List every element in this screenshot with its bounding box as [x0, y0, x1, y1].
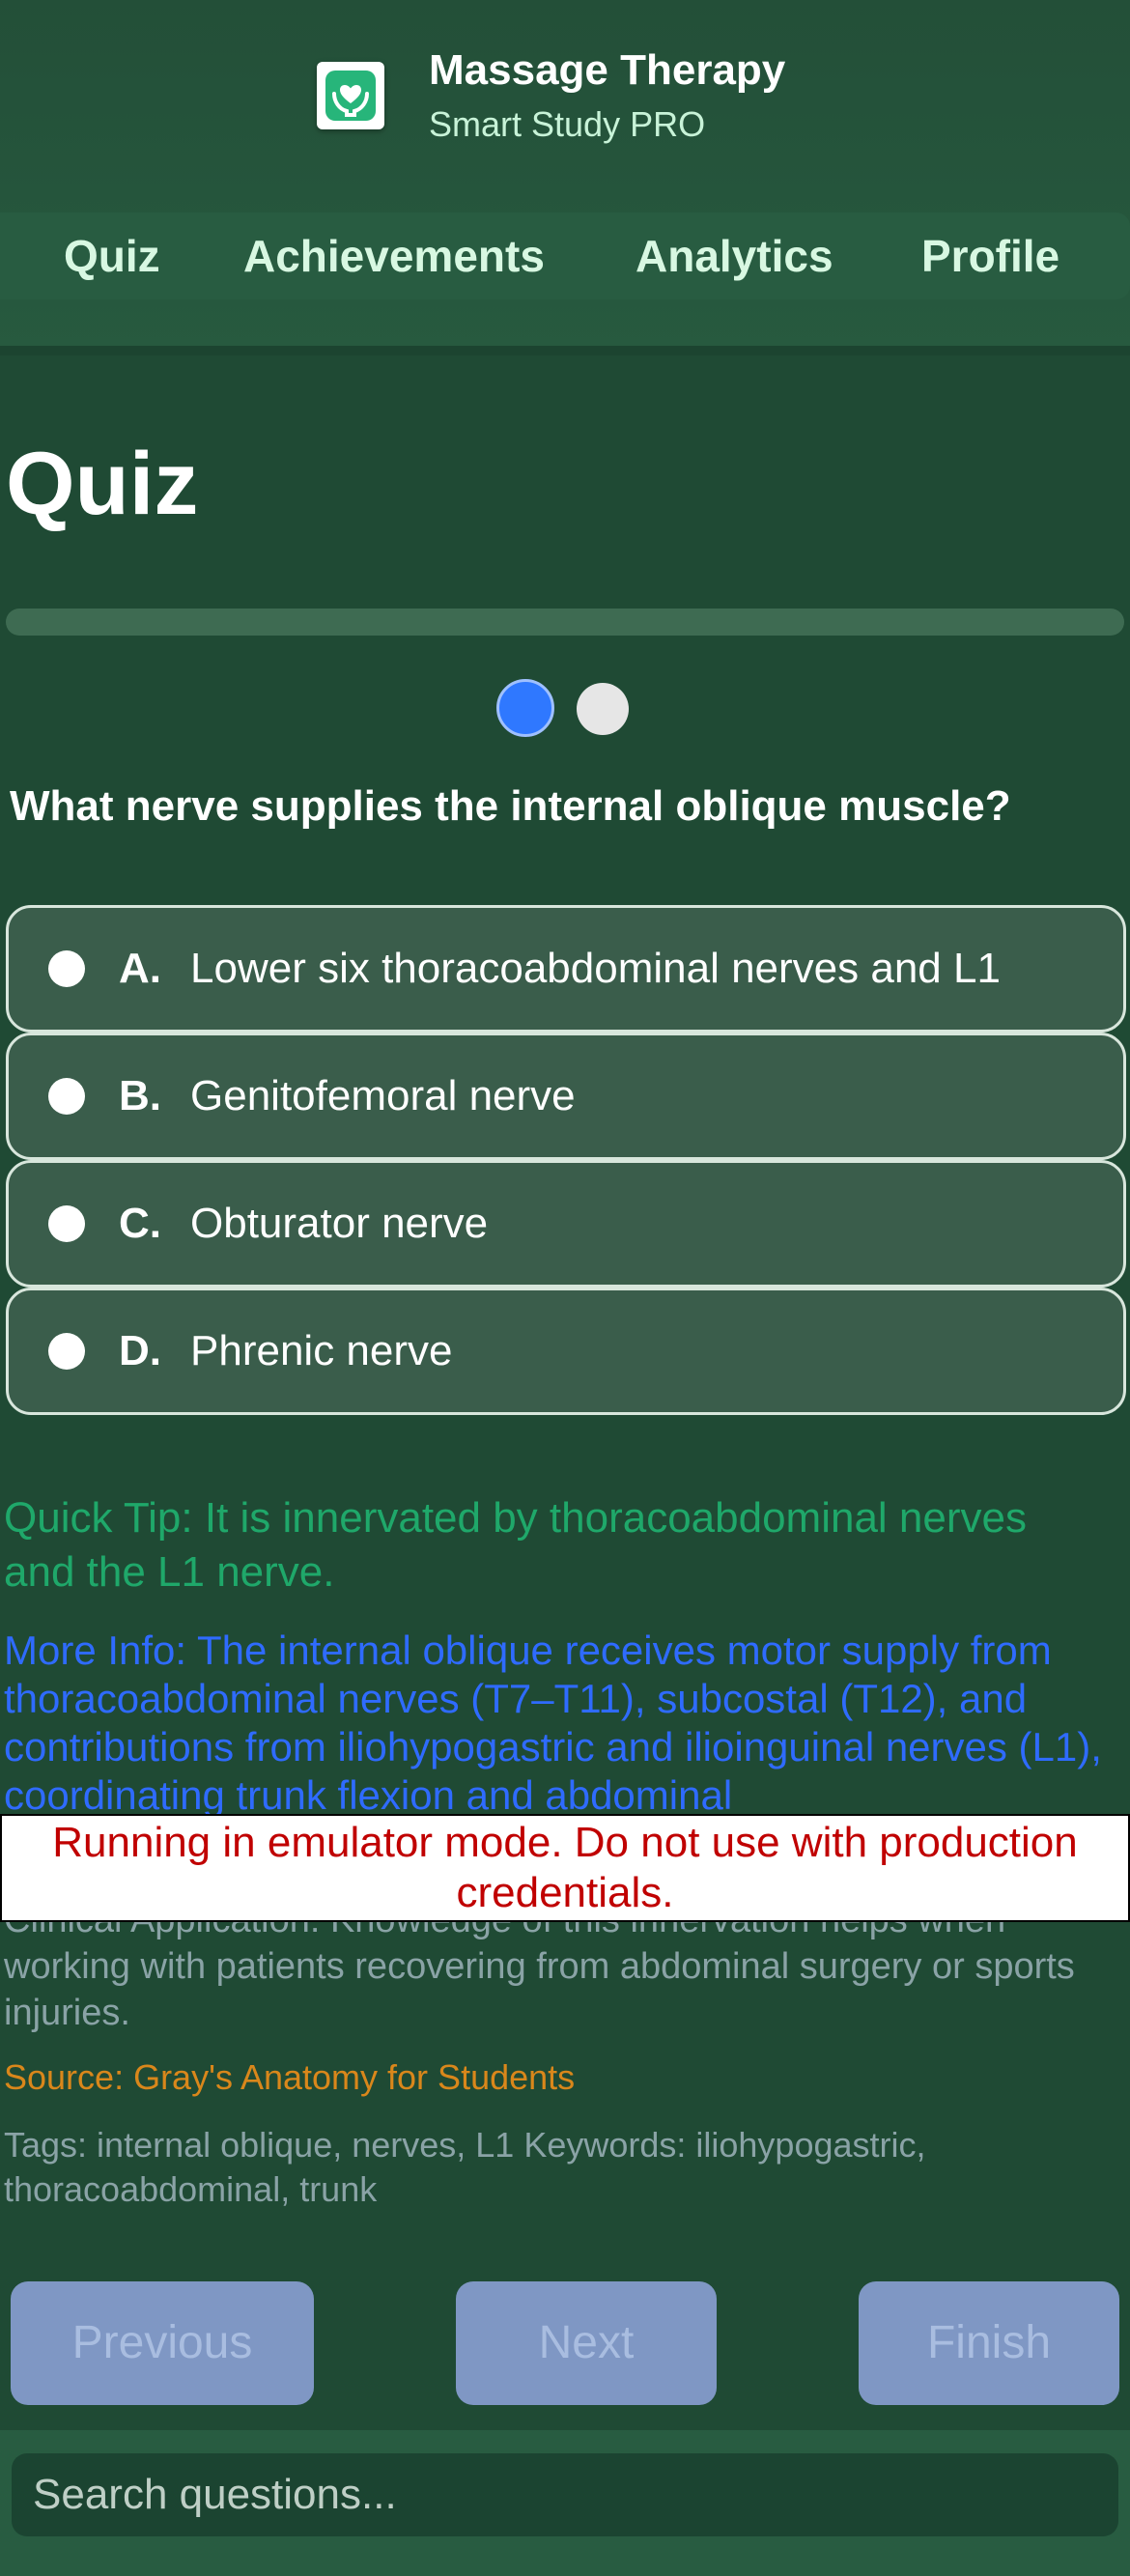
tab-profile[interactable]: Profile: [921, 212, 1059, 299]
quiz-progress-bar: [6, 609, 1124, 636]
option-text: Obturator nerve: [190, 1200, 489, 1247]
radio-button[interactable]: [48, 950, 85, 987]
tab-analytics[interactable]: Analytics: [636, 212, 833, 299]
step-dot-next[interactable]: [577, 683, 629, 735]
step-dot-current[interactable]: [496, 679, 554, 737]
answer-option-b[interactable]: B. Genitofemoral nerve: [6, 1033, 1126, 1160]
app-subtitle: Smart Study PRO: [429, 104, 706, 144]
app-header: Massage Therapy Smart Study PRO Quiz Ach…: [0, 0, 1130, 355]
source-citation: Source: Gray's Anatomy for Students: [4, 2057, 576, 2097]
search-bar: Search questions...: [0, 2430, 1130, 2576]
option-letter: A.: [119, 945, 161, 992]
radio-button[interactable]: [48, 1205, 85, 1242]
emulator-warning-banner: Running in emulator mode. Do not use wit…: [0, 1814, 1130, 1922]
option-text: Lower six thoracoabdominal nerves and L1: [190, 945, 1001, 992]
tags-keywords: Tags: internal oblique, nerves, L1 Keywo…: [4, 2125, 926, 2209]
clinical-application: Clinical Application: Knowledge of this …: [4, 1922, 1124, 2038]
previous-button[interactable]: Previous: [11, 2281, 314, 2405]
answer-option-c[interactable]: C. Obturator nerve: [6, 1160, 1126, 1288]
tab-quiz[interactable]: Quiz: [64, 212, 160, 299]
page-title: Quiz: [6, 435, 199, 533]
option-letter: C.: [119, 1200, 161, 1247]
search-input[interactable]: Search questions...: [12, 2453, 1118, 2536]
question-text: What nerve supplies the internal oblique…: [10, 782, 1011, 830]
app-logo: [317, 62, 384, 129]
option-letter: D.: [119, 1327, 161, 1374]
option-text: Genitofemoral nerve: [190, 1072, 576, 1119]
quick-tip: Quick Tip: It is innervated by thoracoab…: [4, 1494, 1027, 1596]
header-divider: [0, 346, 1130, 355]
hands-heart-icon: [325, 71, 376, 121]
more-info: More Info: The internal oblique receives…: [4, 1628, 1102, 1816]
main-nav: Quiz Achievements Analytics Profile: [0, 212, 1130, 299]
option-letter: B.: [119, 1072, 161, 1119]
clinical-application-text: Clinical Application: Knowledge of this …: [4, 1922, 1075, 2033]
finish-button[interactable]: Finish: [859, 2281, 1119, 2405]
option-text: Phrenic nerve: [190, 1327, 453, 1374]
next-button[interactable]: Next: [456, 2281, 717, 2405]
tab-achievements[interactable]: Achievements: [243, 212, 545, 299]
answer-option-d[interactable]: D. Phrenic nerve: [6, 1288, 1126, 1415]
radio-button[interactable]: [48, 1078, 85, 1115]
app-title: Massage Therapy: [429, 46, 786, 94]
answer-option-a[interactable]: A. Lower six thoracoabdominal nerves and…: [6, 905, 1126, 1033]
radio-button[interactable]: [48, 1333, 85, 1370]
